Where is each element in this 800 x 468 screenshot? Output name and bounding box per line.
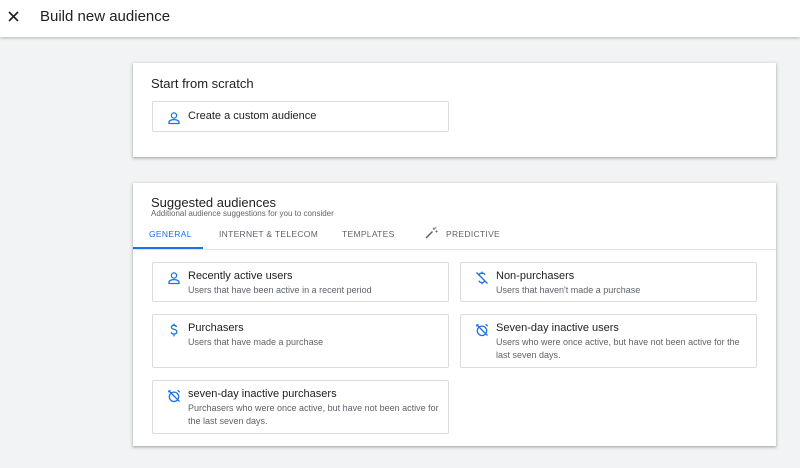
- close-button[interactable]: [4, 6, 24, 28]
- suggestion-seven-day-inactive-purchasers[interactable]: seven-day inactive purchasers Purchasers…: [152, 380, 449, 434]
- suggestion-seven-day-inactive-users[interactable]: Seven-day inactive users Users who were …: [460, 314, 757, 368]
- tile-description: Purchasers who were once active, but hav…: [188, 403, 439, 426]
- tile-description: Users that haven't made a purchase: [496, 285, 641, 295]
- dollar-icon: [170, 323, 178, 337]
- suggestion-non-purchasers[interactable]: Non-purchasers Users that haven't made a…: [460, 262, 757, 302]
- create-custom-audience-button[interactable]: Create a custom audience: [152, 101, 449, 132]
- tab-label: PREDICTIVE: [446, 229, 501, 239]
- close-icon: [8, 11, 19, 22]
- tile-description: Users that have made a purchase: [188, 337, 324, 347]
- alarm-off-icon: [475, 323, 489, 337]
- tile-description: Users who were once active, but have not…: [496, 337, 740, 360]
- page-title: Build new audience: [40, 8, 171, 25]
- card-subtitle: Additional audience suggestions for you …: [151, 209, 334, 218]
- tab-templates[interactable]: TEMPLATES: [342, 227, 395, 249]
- magic-wand-icon: [425, 227, 438, 239]
- tile-title: Purchasers: [188, 322, 244, 334]
- tab-predictive[interactable]: PREDICTIVE: [425, 227, 500, 249]
- tab-general[interactable]: GENERAL: [133, 227, 203, 249]
- tile-title: Recently active users: [188, 270, 293, 282]
- tile-title: Create a custom audience: [188, 110, 317, 122]
- card-title: Suggested audiences: [151, 195, 277, 210]
- tile-title: Non-purchasers: [496, 270, 575, 282]
- tile-description: Users that have been active in a recent …: [188, 285, 372, 295]
- person-icon: [168, 112, 180, 125]
- card-title: Start from scratch: [151, 76, 254, 91]
- start-from-scratch-card: Start from scratch Create a custom audie…: [133, 63, 776, 157]
- suggestion-recently-active-users[interactable]: Recently active users Users that have be…: [152, 262, 449, 302]
- audience-tabs: GENERAL INTERNET & TELECOM TEMPLATES PRE…: [133, 227, 776, 250]
- person-icon: [168, 272, 180, 285]
- top-app-bar: Build new audience: [0, 0, 800, 37]
- no-dollar-icon: [476, 271, 488, 285]
- tile-title: seven-day inactive purchasers: [188, 388, 337, 400]
- suggested-audiences-card: Suggested audiences Additional audience …: [133, 183, 776, 446]
- suggestion-purchasers[interactable]: Purchasers Users that have made a purcha…: [152, 314, 449, 368]
- tile-title: Seven-day inactive users: [496, 322, 619, 334]
- alarm-off-icon: [167, 389, 181, 403]
- tab-internet-telecom[interactable]: INTERNET & TELECOM: [219, 227, 318, 249]
